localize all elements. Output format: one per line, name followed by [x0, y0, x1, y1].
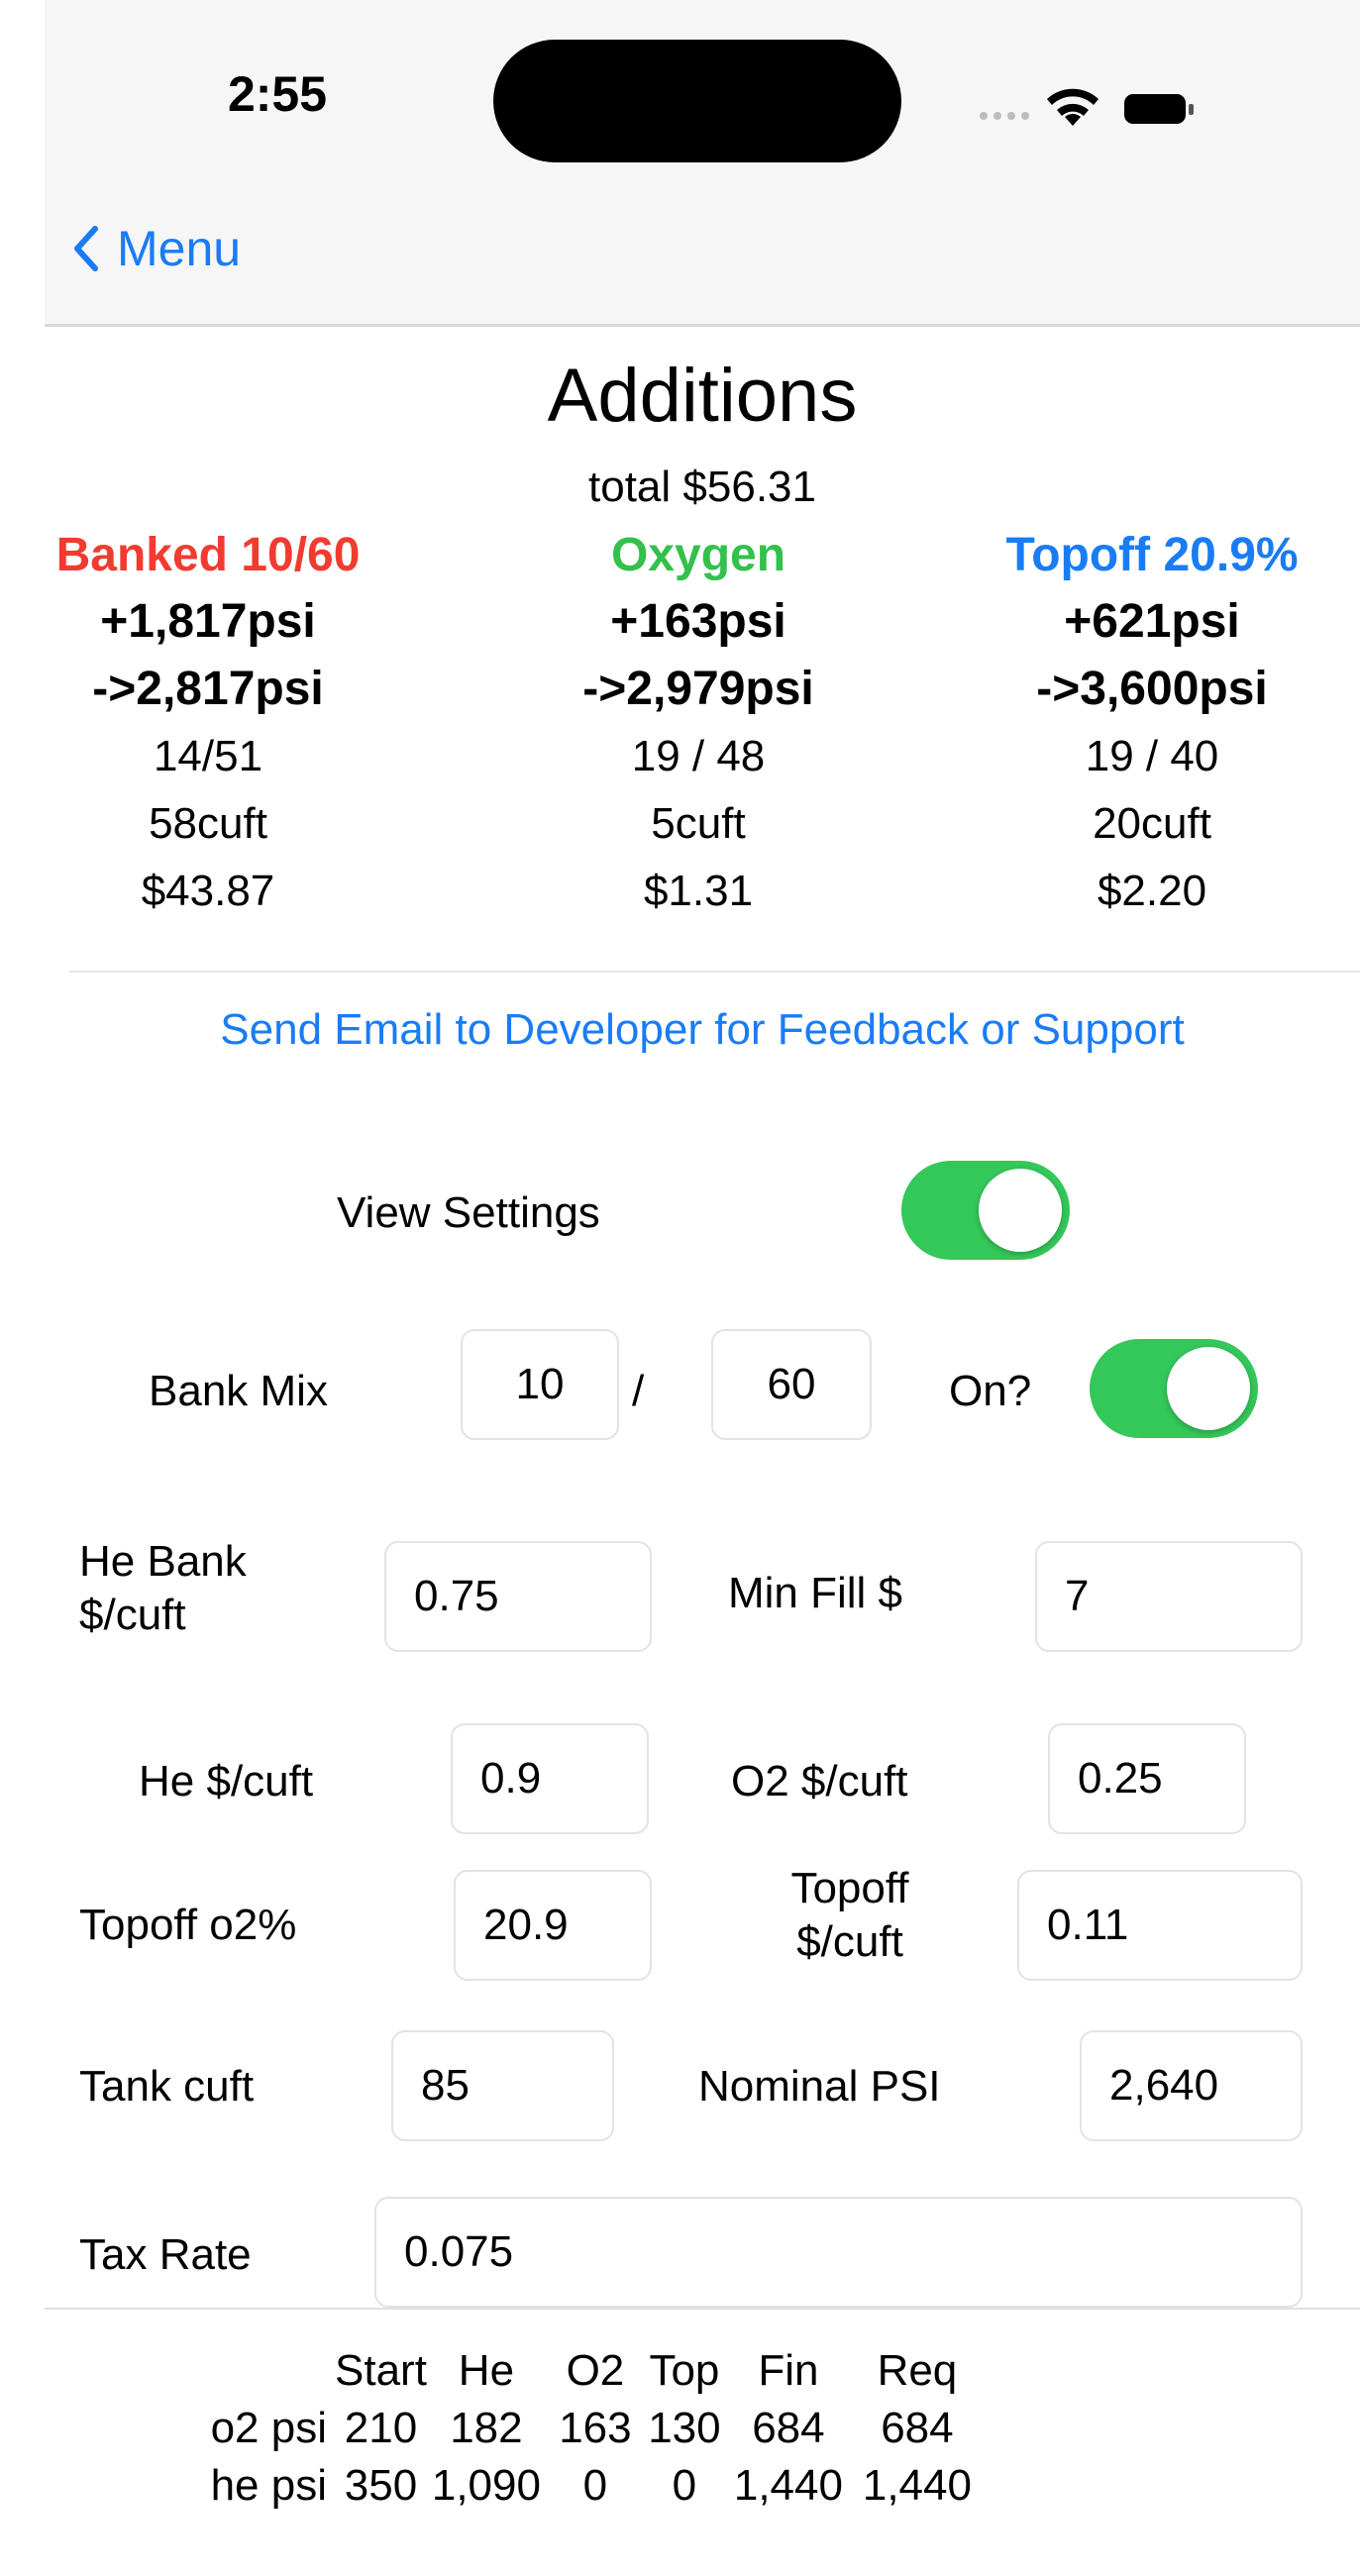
table-header-cell: Req — [877, 2346, 958, 2395]
battery-icon — [1124, 94, 1194, 124]
he-cuft-field[interactable]: 0.9 — [451, 1723, 649, 1834]
table-header-cell: Start — [335, 2346, 427, 2395]
tank-cuft-field[interactable]: 85 — [391, 2030, 614, 2141]
topoff-o2-field[interactable]: 20.9 — [454, 1870, 652, 1981]
topoff-cuft-label: Topoff $/cuft — [741, 1862, 959, 1969]
oxygen-column: Oxygen +163psi ->2,979psi 19 / 48 5cuft … — [490, 523, 906, 925]
table-cell: 684 — [752, 2404, 825, 2452]
tax-rate-label: Tax Rate — [79, 2230, 252, 2279]
table-header-row: Start He O2 Top Fin Req — [186, 2342, 982, 2400]
topoff-cost: $2.20 — [1097, 867, 1207, 915]
he-bank-label-line2: $/cuft — [79, 1591, 186, 1639]
table-cell: 210 — [344, 2404, 418, 2452]
tax-rate-field[interactable]: 0.075 — [374, 2197, 1303, 2308]
banked-result: ->2,817psi — [92, 663, 324, 715]
back-button[interactable]: Menu — [71, 220, 241, 277]
feedback-link[interactable]: Send Email to Developer for Feedback or … — [45, 1005, 1360, 1055]
he-bank-field[interactable]: 0.75 — [384, 1541, 652, 1652]
chevron-left-icon — [74, 226, 98, 271]
bank-mix-separator: / — [632, 1367, 645, 1415]
bank-mix-label: Bank Mix — [149, 1367, 328, 1415]
topoff-cuft-label-line1: Topoff — [790, 1864, 909, 1912]
topoff-title: Topoff 20.9% — [1005, 529, 1299, 581]
status-time: 2:55 — [227, 66, 328, 122]
banked-cost: $43.87 — [141, 867, 275, 915]
page-title: Additions — [547, 354, 858, 438]
signal-dots-icon — [980, 112, 1029, 120]
table-header-cell: He — [458, 2346, 515, 2395]
bank-mix-he-field[interactable]: 60 — [711, 1329, 872, 1440]
min-fill-label: Min Fill $ — [728, 1569, 903, 1617]
table-row: o2 psi 210 182 163 130 684 684 — [186, 2400, 982, 2457]
dynamic-island — [493, 40, 901, 162]
topoff-o2-label: Topoff o2% — [79, 1901, 297, 1949]
table-header-cell: Fin — [758, 2346, 819, 2395]
nominal-psi-label: Nominal PSI — [698, 2062, 941, 2111]
banked-column: Banked 10/60 +1,817psi ->2,817psi 14/51 … — [0, 523, 416, 925]
banked-cuft: 58cuft — [149, 799, 267, 848]
banked-added: +1,817psi — [100, 595, 316, 648]
topoff-mix: 19 / 40 — [1085, 732, 1219, 780]
oxygen-title: Oxygen — [610, 529, 786, 581]
tank-cuft-label: Tank cuft — [79, 2062, 255, 2111]
nominal-psi-field[interactable]: 2,640 — [1080, 2030, 1303, 2141]
on-label: On? — [949, 1367, 1032, 1415]
nav-divider — [45, 324, 1360, 327]
min-fill-field[interactable]: 7 — [1035, 1541, 1303, 1652]
topoff-cuft-label-line2: $/cuft — [796, 1917, 903, 1966]
topoff-cuft-field[interactable]: 0.11 — [1017, 1870, 1303, 1981]
oxygen-cost: $1.31 — [643, 867, 754, 915]
table-header-cell: O2 — [566, 2346, 625, 2395]
table-header-cell — [186, 2342, 335, 2400]
table-cell: 163 — [559, 2404, 632, 2452]
table-row-label: o2 psi — [210, 2404, 327, 2452]
back-label: Menu — [117, 221, 242, 276]
he-bank-label: He Bank $/cuft — [79, 1535, 247, 1642]
table-cell: 130 — [648, 2404, 721, 2452]
oxygen-result: ->2,979psi — [582, 663, 814, 715]
table-cell: 0 — [582, 2461, 608, 2510]
bank-mix-o2-field[interactable]: 10 — [461, 1329, 619, 1440]
oxygen-added: +163psi — [610, 595, 786, 648]
wifi-icon — [1047, 88, 1098, 126]
o2-cuft-field[interactable]: 0.25 — [1048, 1723, 1246, 1834]
psi-table: Start He O2 Top Fin Req o2 psi 210 182 1… — [186, 2342, 982, 2515]
topoff-added: +621psi — [1064, 595, 1240, 648]
table-row: he psi 350 1,090 0 0 1,440 1,440 — [186, 2457, 982, 2515]
table-divider — [45, 2308, 1360, 2310]
table-cell: 684 — [881, 2404, 954, 2452]
bank-mix-toggle[interactable] — [1090, 1339, 1258, 1438]
banked-title: Banked 10/60 — [55, 529, 361, 581]
table-row-label: he psi — [210, 2461, 327, 2510]
total-cost: total $56.31 — [588, 463, 816, 511]
o2-cuft-label: O2 $/cuft — [731, 1757, 908, 1805]
topoff-column: Topoff 20.9% +621psi ->3,600psi 19 / 40 … — [944, 523, 1360, 925]
topoff-result: ->3,600psi — [1036, 663, 1268, 715]
banked-mix: 14/51 — [153, 732, 263, 780]
section-divider — [69, 971, 1360, 973]
table-cell: 0 — [672, 2461, 697, 2510]
topoff-cuft: 20cuft — [1093, 799, 1211, 848]
table-cell: 1,090 — [431, 2461, 541, 2510]
status-icons — [980, 88, 1194, 126]
table-cell: 350 — [344, 2461, 418, 2510]
table-cell: 1,440 — [862, 2461, 972, 2510]
he-cuft-label: He $/cuft — [139, 1757, 314, 1805]
table-cell: 1,440 — [733, 2461, 843, 2510]
table-cell: 182 — [450, 2404, 523, 2452]
oxygen-mix: 19 / 48 — [631, 732, 766, 780]
table-header-cell: Top — [649, 2346, 720, 2395]
he-bank-label-line1: He Bank — [79, 1537, 247, 1586]
view-settings-toggle[interactable] — [901, 1161, 1070, 1260]
view-settings-label: View Settings — [337, 1188, 600, 1237]
oxygen-cuft: 5cuft — [651, 799, 746, 848]
